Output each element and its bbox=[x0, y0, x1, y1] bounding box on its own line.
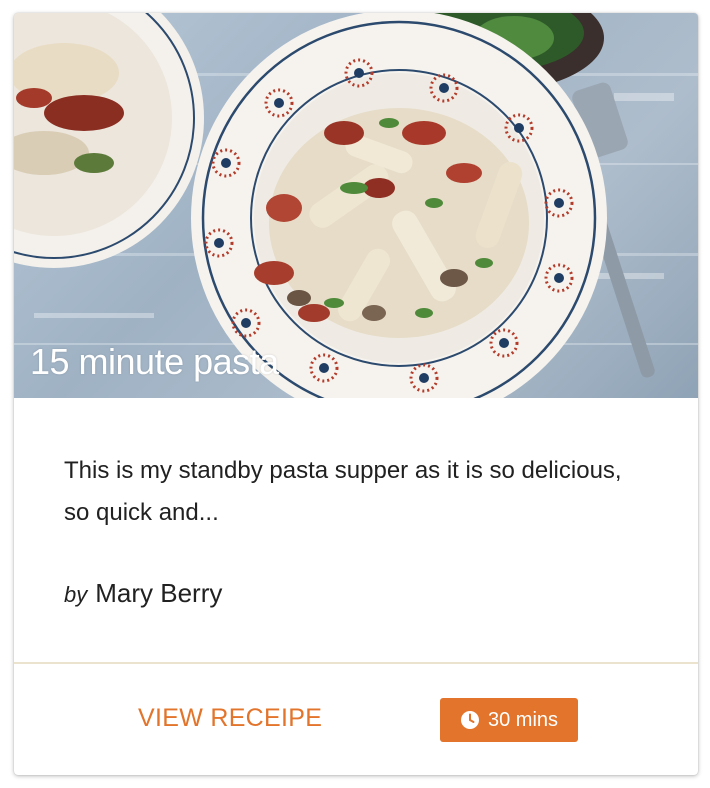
byline-by-label: by bbox=[64, 582, 88, 607]
view-recipe-link[interactable]: VIEW RECEIPE bbox=[138, 704, 322, 733]
recipe-title: 15 minute pasta bbox=[30, 341, 279, 382]
recipe-description: This is my standby pasta supper as it is… bbox=[64, 457, 622, 526]
cook-time-label: 30 mins bbox=[487, 708, 559, 731]
recipe-byline: by Mary Berry bbox=[64, 578, 222, 609]
recipe-card: 15 minute pasta This is my standby pasta… bbox=[14, 13, 698, 775]
clock-icon bbox=[460, 710, 480, 730]
card-actions: VIEW RECEIPE 30 mins bbox=[14, 664, 698, 775]
recipe-author: Mary Berry bbox=[95, 578, 223, 608]
cook-time-badge: 30 mins bbox=[440, 698, 578, 742]
card-content: This is my standby pasta supper as it is… bbox=[14, 398, 698, 662]
recipe-image: 15 minute pasta bbox=[14, 13, 698, 398]
